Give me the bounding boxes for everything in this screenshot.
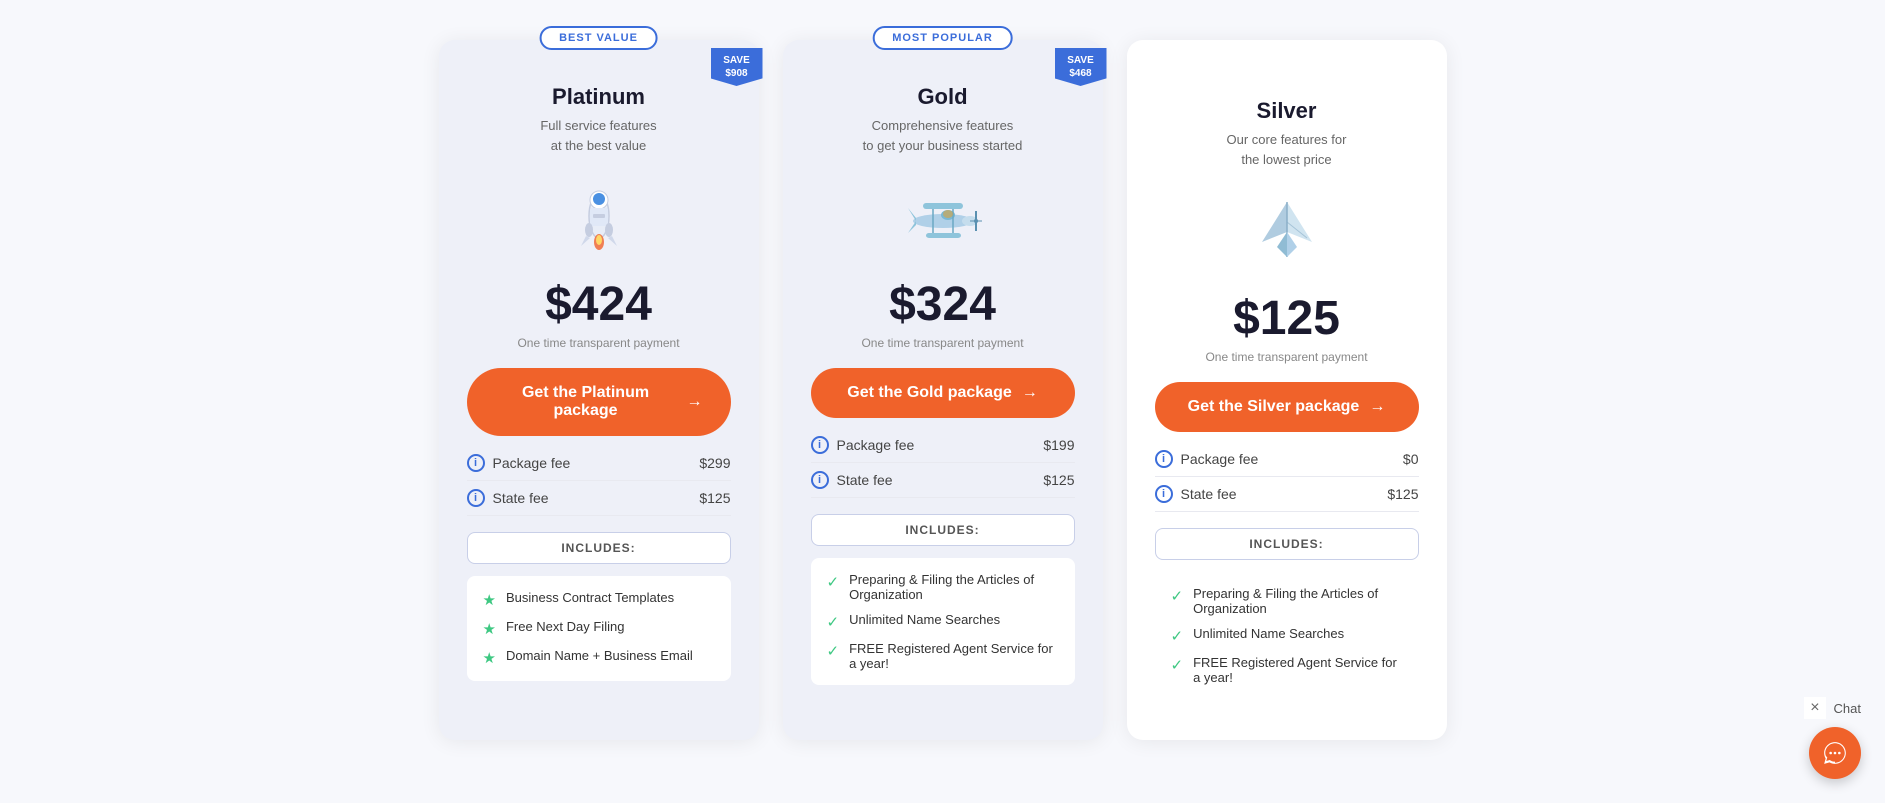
- gold-feature-list: ✓ Preparing & Filing the Articles of Org…: [811, 558, 1075, 685]
- gold-price: $324: [889, 277, 996, 332]
- gold-title: Gold: [917, 84, 967, 110]
- info-icon[interactable]: i: [467, 489, 485, 507]
- chat-label: Chat: [1834, 701, 1861, 716]
- platinum-price: $424: [545, 277, 652, 332]
- platinum-price-sub: One time transparent payment: [517, 336, 679, 350]
- check-icon: ✓: [1171, 627, 1184, 645]
- gold-state-fee-row: i State fee $125: [811, 463, 1075, 498]
- info-icon[interactable]: i: [467, 454, 485, 472]
- check-icon: ✓: [827, 613, 840, 631]
- list-item: ✓ FREE Registered Agent Service for a ye…: [1171, 655, 1403, 685]
- chat-bubble-button[interactable]: [1809, 727, 1861, 779]
- platinum-state-fee-row: i State fee $125: [467, 481, 731, 516]
- star-icon: ★: [483, 649, 496, 667]
- silver-package-fee-row: i Package fee $0: [1155, 442, 1419, 477]
- chat-close-button[interactable]: ×: [1804, 697, 1825, 719]
- gold-price-sub: One time transparent payment: [861, 336, 1023, 350]
- platinum-includes-label: INCLUDES:: [467, 532, 731, 564]
- platinum-feature-list: ★ Business Contract Templates ★ Free Nex…: [467, 576, 731, 681]
- list-item: ★ Free Next Day Filing: [483, 619, 715, 638]
- silver-price-sub: One time transparent payment: [1205, 350, 1367, 364]
- list-item: ★ Domain Name + Business Email: [483, 648, 715, 667]
- silver-price: $125: [1233, 291, 1340, 346]
- chat-widget: × Chat: [1804, 697, 1861, 779]
- silver-icon: [1242, 187, 1332, 277]
- list-item: ✓ Unlimited Name Searches: [1171, 626, 1403, 645]
- pricing-container: BEST VALUE SAVE $908 Platinum Full servi…: [343, 20, 1543, 760]
- star-icon: ★: [483, 620, 496, 638]
- silver-title: Silver: [1257, 98, 1317, 124]
- check-icon: ✓: [1171, 656, 1184, 674]
- info-icon[interactable]: i: [1155, 485, 1173, 503]
- gold-subtitle: Comprehensive features to get your busin…: [863, 116, 1023, 155]
- silver-cta-button[interactable]: Get the Silver package →: [1155, 382, 1419, 432]
- chat-close-row: × Chat: [1804, 697, 1861, 719]
- check-icon: ✓: [827, 642, 840, 660]
- chat-bubble-icon: [1822, 740, 1848, 766]
- info-icon[interactable]: i: [811, 471, 829, 489]
- platinum-package-fee-row: i Package fee $299: [467, 446, 731, 481]
- check-icon: ✓: [1171, 587, 1184, 605]
- info-icon[interactable]: i: [1155, 450, 1173, 468]
- silver-state-fee-row: i State fee $125: [1155, 477, 1419, 512]
- list-item: ✓ FREE Registered Agent Service for a ye…: [827, 641, 1059, 671]
- info-icon[interactable]: i: [811, 436, 829, 454]
- gold-icon: [898, 173, 988, 263]
- list-item: ✓ Preparing & Filing the Articles of Org…: [1171, 586, 1403, 616]
- check-icon: ✓: [827, 573, 840, 591]
- platinum-icon: [554, 173, 644, 263]
- gold-save-ribbon: SAVE $468: [1055, 48, 1107, 86]
- most-popular-badge: MOST POPULAR: [872, 26, 1013, 50]
- platinum-title: Platinum: [552, 84, 645, 110]
- gold-includes-label: INCLUDES:: [811, 514, 1075, 546]
- gold-card: MOST POPULAR SAVE $468 Gold Comprehensiv…: [783, 40, 1103, 740]
- silver-subtitle: Our core features for the lowest price: [1227, 130, 1347, 169]
- platinum-subtitle: Full service features at the best value: [540, 116, 656, 155]
- platinum-cta-button[interactable]: Get the Platinum package →: [467, 368, 731, 436]
- best-value-badge: BEST VALUE: [539, 26, 658, 50]
- gold-cta-button[interactable]: Get the Gold package →: [811, 368, 1075, 418]
- list-item: ✓ Preparing & Filing the Articles of Org…: [827, 572, 1059, 602]
- platinum-save-ribbon: SAVE $908: [711, 48, 763, 86]
- silver-includes-label: INCLUDES:: [1155, 528, 1419, 560]
- list-item: ✓ Unlimited Name Searches: [827, 612, 1059, 631]
- silver-feature-list: ✓ Preparing & Filing the Articles of Org…: [1155, 572, 1419, 699]
- silver-card: Silver Our core features for the lowest …: [1127, 40, 1447, 740]
- platinum-card: BEST VALUE SAVE $908 Platinum Full servi…: [439, 40, 759, 740]
- star-icon: ★: [483, 591, 496, 609]
- list-item: ★ Business Contract Templates: [483, 590, 715, 609]
- gold-package-fee-row: i Package fee $199: [811, 428, 1075, 463]
